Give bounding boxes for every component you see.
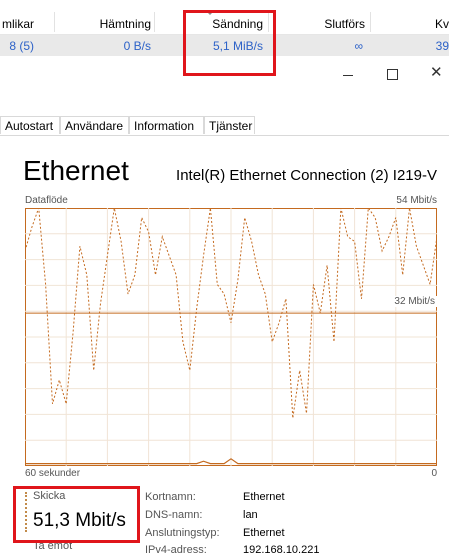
sort-descending-icon xyxy=(206,11,214,15)
cell-queue: 39 xyxy=(436,39,449,53)
graph-zero-label: 0 xyxy=(431,468,437,479)
adapter-name: Intel(R) Ethernet Connection (2) I219-V xyxy=(176,167,437,184)
send-label: Skicka xyxy=(33,490,65,502)
maximize-icon[interactable] xyxy=(387,69,398,80)
property-label: DNS-namn: xyxy=(145,509,202,521)
column-header-peers[interactable]: mlikar xyxy=(2,17,34,31)
receive-label: Ta emot xyxy=(33,540,72,552)
minimize-icon[interactable] xyxy=(343,75,353,76)
throughput-graph-svg xyxy=(25,208,437,466)
column-divider[interactable] xyxy=(370,12,371,32)
column-header-upload[interactable]: Sändning xyxy=(212,17,263,31)
tab-services[interactable]: Tjänster xyxy=(204,116,255,134)
cell-upload: 5,1 MiB/s xyxy=(213,39,263,53)
graph-time-label: 60 sekunder xyxy=(25,468,80,479)
cell-done: ∞ xyxy=(354,39,363,53)
property-value: lan xyxy=(243,509,258,521)
property-label: IPv4-adress: xyxy=(145,544,207,556)
graph-title: Dataflöde xyxy=(25,195,68,206)
column-header-download[interactable]: Hämtning xyxy=(100,17,151,31)
property-value: Ethernet xyxy=(243,491,285,503)
page-title: Ethernet xyxy=(23,155,129,187)
column-divider[interactable] xyxy=(268,12,269,32)
tab-users[interactable]: Användare xyxy=(60,116,129,134)
cell-peers: 8 (5) xyxy=(9,39,34,53)
property-label: Kortnamn: xyxy=(145,491,196,503)
column-header-queue[interactable]: Kv xyxy=(435,17,449,31)
graph-reference-label: 32 Mbit/s xyxy=(392,296,437,307)
column-header-done[interactable]: Slutförs xyxy=(324,17,365,31)
graph-max-label: 54 Mbit/s xyxy=(396,195,437,206)
tab-details[interactable]: Information xyxy=(129,116,204,134)
send-value: 51,3 Mbit/s xyxy=(33,510,126,532)
property-value: 192.168.10.221 xyxy=(243,544,319,556)
property-value: Ethernet xyxy=(243,527,285,539)
property-label: Anslutningstyp: xyxy=(145,527,220,539)
close-icon[interactable]: ✕ xyxy=(430,66,443,80)
tab-startup[interactable]: Autostart xyxy=(0,116,60,134)
cell-download: 0 B/s xyxy=(124,39,151,53)
send-series-marker xyxy=(25,492,27,532)
column-divider[interactable] xyxy=(154,12,155,32)
column-divider[interactable] xyxy=(54,12,55,32)
throughput-graph xyxy=(25,208,437,466)
